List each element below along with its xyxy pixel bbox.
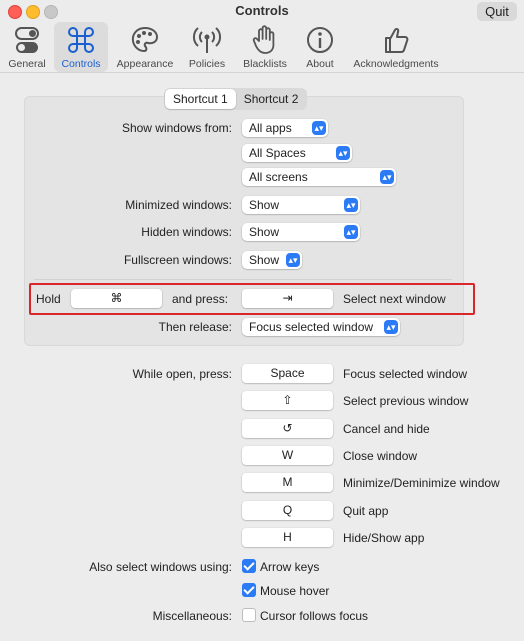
and-press-label: and press: [172, 292, 229, 306]
minimized-value: Show [249, 198, 280, 212]
key-field-m[interactable]: M [242, 473, 333, 492]
window-title: Controls [235, 3, 289, 18]
command-icon [68, 27, 94, 53]
screens-popup[interactable]: All screens ▴▾ [242, 168, 396, 186]
tab-label: General [8, 58, 46, 70]
tab-general[interactable]: General [4, 22, 50, 72]
arrow-keys-checkbox[interactable] [242, 559, 256, 573]
chevron-updown-icon: ▴▾ [336, 146, 350, 160]
fullscreen-value: Show [249, 253, 280, 267]
hidden-label: Hidden windows: [141, 225, 232, 239]
hidden-value: Show [249, 225, 280, 239]
chevron-updown-icon: ▴▾ [286, 253, 300, 267]
info-icon [307, 27, 333, 53]
spaces-popup[interactable]: All Spaces ▴▾ [242, 144, 352, 162]
hand-icon [252, 25, 275, 54]
then-release-label: Then release: [158, 320, 232, 334]
chevron-updown-icon: ▴▾ [380, 170, 394, 184]
screens-value: All screens [249, 170, 308, 184]
action-label: Close window [343, 449, 418, 463]
key-field-w[interactable]: W [242, 446, 333, 465]
then-release-popup[interactable]: Focus selected window ▴▾ [242, 318, 400, 336]
key-field-h[interactable]: H [242, 528, 333, 547]
tab-label: Blacklists [243, 58, 287, 70]
preferences-toolbar: General Controls Appearance Policies Bla… [0, 22, 524, 72]
while-open-label: While open, press: [132, 367, 232, 381]
tab-blacklists[interactable]: Blacklists [238, 22, 292, 72]
antenna-icon [192, 27, 222, 53]
also-select-label: Also select windows using: [89, 560, 232, 574]
key-field-escape[interactable]: ↺ [242, 419, 333, 438]
hold-label: Hold [36, 292, 61, 306]
tab-label: Controls [61, 58, 101, 70]
tab-policies[interactable]: Policies [184, 22, 230, 72]
mouse-hover-checkbox[interactable] [242, 583, 256, 597]
chevron-updown-icon: ▴▾ [312, 121, 326, 135]
tab-label: Policies [188, 58, 226, 70]
tab-controls[interactable]: Controls [54, 22, 108, 72]
key-field-shift[interactable]: ⇧ [242, 391, 333, 410]
then-release-value: Focus selected window [249, 320, 374, 334]
tab-acknowledgments[interactable]: Acknowledgments [350, 22, 442, 72]
minimized-popup[interactable]: Show ▴▾ [242, 196, 360, 214]
cursor-follows-focus-checkbox[interactable] [242, 608, 256, 622]
press-key-field[interactable]: ⇥ [242, 289, 333, 308]
action-label: Hide/Show app [343, 531, 425, 545]
cursor-follows-focus-label: Cursor follows focus [260, 609, 369, 623]
shortcut-segmented-control: Shortcut 1 Shortcut 2 [164, 88, 308, 110]
spaces-value: All Spaces [249, 146, 306, 160]
tab-label: Acknowledgments [353, 58, 439, 70]
mouse-hover-label: Mouse hover [260, 584, 330, 598]
action-label: Focus selected window [343, 367, 468, 381]
minimized-label: Minimized windows: [125, 198, 232, 212]
action-label: Cancel and hide [343, 422, 430, 436]
fullscreen-popup[interactable]: Show ▴▾ [242, 251, 302, 269]
key-field-space[interactable]: Space [242, 364, 333, 383]
chevron-updown-icon: ▴▾ [344, 225, 358, 239]
arrow-keys-label: Arrow keys [260, 560, 320, 574]
chevron-updown-icon: ▴▾ [344, 198, 358, 212]
tab-label: About [306, 58, 334, 70]
action-label: Quit app [343, 504, 389, 518]
key-field-q[interactable]: Q [242, 501, 333, 520]
apps-value: All apps [249, 121, 292, 135]
palette-icon [131, 26, 159, 53]
chevron-updown-icon: ▴▾ [384, 320, 398, 334]
tab-appearance[interactable]: Appearance [114, 22, 176, 72]
hold-key-field[interactable]: ⌘ [71, 289, 162, 308]
tab-about[interactable]: About [300, 22, 340, 72]
hidden-popup[interactable]: Show ▴▾ [242, 223, 360, 241]
fullscreen-label: Fullscreen windows: [123, 253, 232, 267]
toggle-icon [15, 27, 39, 53]
tab-shortcut-1[interactable]: Shortcut 1 [165, 89, 236, 109]
action-label: Minimize/Deminimize window [343, 476, 500, 490]
tab-label: Appearance [116, 58, 174, 70]
miscellaneous-label: Miscellaneous: [152, 609, 232, 623]
action-label: Select previous window [343, 394, 469, 408]
thumbs-up-icon [385, 27, 409, 53]
select-next-window-label: Select next window [343, 292, 446, 306]
apps-popup[interactable]: All apps ▴▾ [242, 119, 328, 137]
tab-shortcut-2[interactable]: Shortcut 2 [236, 89, 307, 109]
show-windows-label: Show windows from: [121, 121, 232, 135]
divider [34, 279, 452, 280]
title-bar: Controls Quit [0, 0, 524, 22]
quit-button[interactable]: Quit [477, 2, 517, 21]
